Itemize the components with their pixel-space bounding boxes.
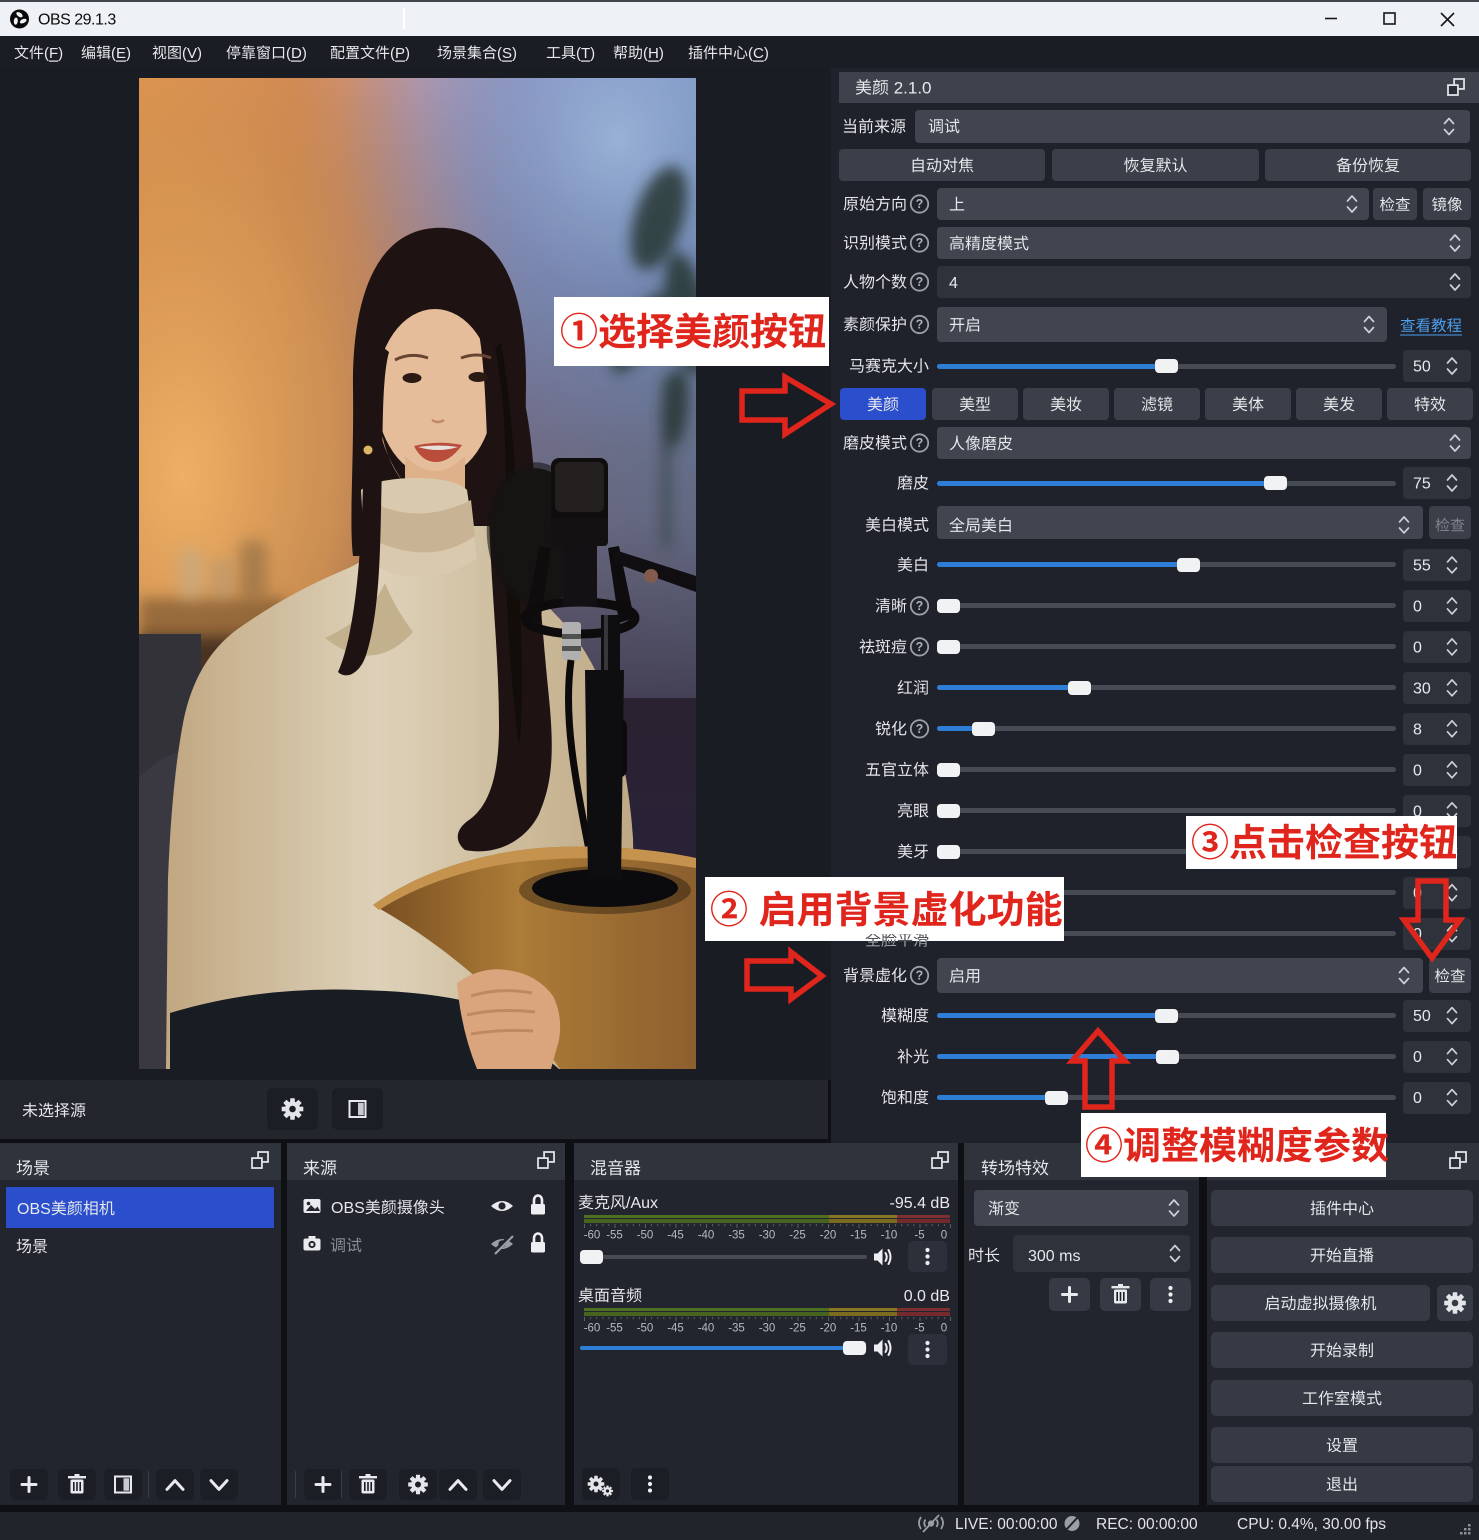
svg-text:-95.4 dB: -95.4 dB [890,1195,950,1212]
svg-text:-30: -30 [759,1230,776,1242]
svg-text:-30: -30 [759,1323,776,1335]
svg-text:?: ? [916,318,924,332]
svg-text:-20: -20 [820,1323,837,1335]
svg-text:-55: -55 [606,1323,623,1335]
svg-text:2.1.0: 2.1.0 [894,79,932,98]
svg-text:(D): (D) [286,45,307,62]
svg-text:-50: -50 [637,1230,654,1242]
svg-text:(H): (H) [643,45,664,62]
svg-text:4: 4 [949,275,958,292]
svg-text:-20: -20 [820,1230,837,1242]
svg-text:-40: -40 [698,1323,715,1335]
svg-text:-60: -60 [584,1323,601,1335]
svg-text:75: 75 [1413,476,1431,493]
svg-text:(P): (P) [390,45,410,62]
svg-text:0.0 dB: 0.0 dB [904,1288,950,1305]
svg-text:-55: -55 [606,1230,623,1242]
svg-text:(S): (S) [497,45,517,62]
svg-text:?: ? [916,275,924,289]
svg-text:0: 0 [941,1230,947,1242]
svg-text:-5: -5 [914,1230,924,1242]
svg-text:-50: -50 [637,1323,654,1335]
svg-text:(E): (E) [111,45,131,62]
svg-text:-5: -5 [914,1323,924,1335]
svg-text:?: ? [916,722,924,736]
svg-text:?: ? [916,640,924,654]
svg-text:50: 50 [1413,1008,1431,1025]
svg-text:55: 55 [1413,557,1431,574]
svg-text:30: 30 [1413,680,1431,697]
svg-text:OBS: OBS [17,1201,51,1218]
svg-text:/Aux: /Aux [626,1195,658,1212]
svg-text:(C): (C) [748,45,769,62]
svg-text:-45: -45 [667,1323,684,1335]
svg-text:CPU: 0.4%, 30.00 fps: CPU: 0.4%, 30.00 fps [1237,1516,1386,1533]
svg-text:0: 0 [1413,1090,1422,1107]
svg-text:(V): (V) [182,45,202,62]
svg-text:LIVE: 00:00:00: LIVE: 00:00:00 [955,1516,1058,1533]
svg-text:0: 0 [1413,598,1422,615]
svg-text:0: 0 [941,1323,947,1335]
svg-text:(F): (F) [44,45,63,62]
svg-text:50: 50 [1413,359,1431,376]
svg-text:-15: -15 [850,1323,867,1335]
svg-text:-25: -25 [789,1230,806,1242]
svg-text:(T): (T) [576,45,595,62]
svg-text:OBS 29.1.3: OBS 29.1.3 [38,12,116,29]
svg-text:300 ms: 300 ms [1028,1248,1080,1265]
svg-text:-10: -10 [881,1323,898,1335]
svg-text:0: 0 [1413,762,1422,779]
svg-text:?: ? [916,236,924,250]
svg-text:OBS: OBS [331,1200,365,1217]
svg-text:REC: 00:00:00: REC: 00:00:00 [1096,1516,1198,1533]
svg-text:-15: -15 [850,1230,867,1242]
svg-text:-45: -45 [667,1230,684,1242]
svg-text:-25: -25 [789,1323,806,1335]
svg-text:0: 0 [1413,639,1422,656]
svg-text:-60: -60 [584,1230,601,1242]
svg-text:?: ? [916,969,924,983]
svg-text:?: ? [916,197,924,211]
svg-text:-40: -40 [698,1230,715,1242]
svg-text:?: ? [916,599,924,613]
svg-text:?: ? [916,436,924,450]
svg-text:0: 0 [1413,1049,1422,1066]
svg-text:-35: -35 [728,1323,745,1335]
svg-text:-35: -35 [728,1230,745,1242]
svg-text:8: 8 [1413,721,1422,738]
svg-text:-10: -10 [881,1230,898,1242]
